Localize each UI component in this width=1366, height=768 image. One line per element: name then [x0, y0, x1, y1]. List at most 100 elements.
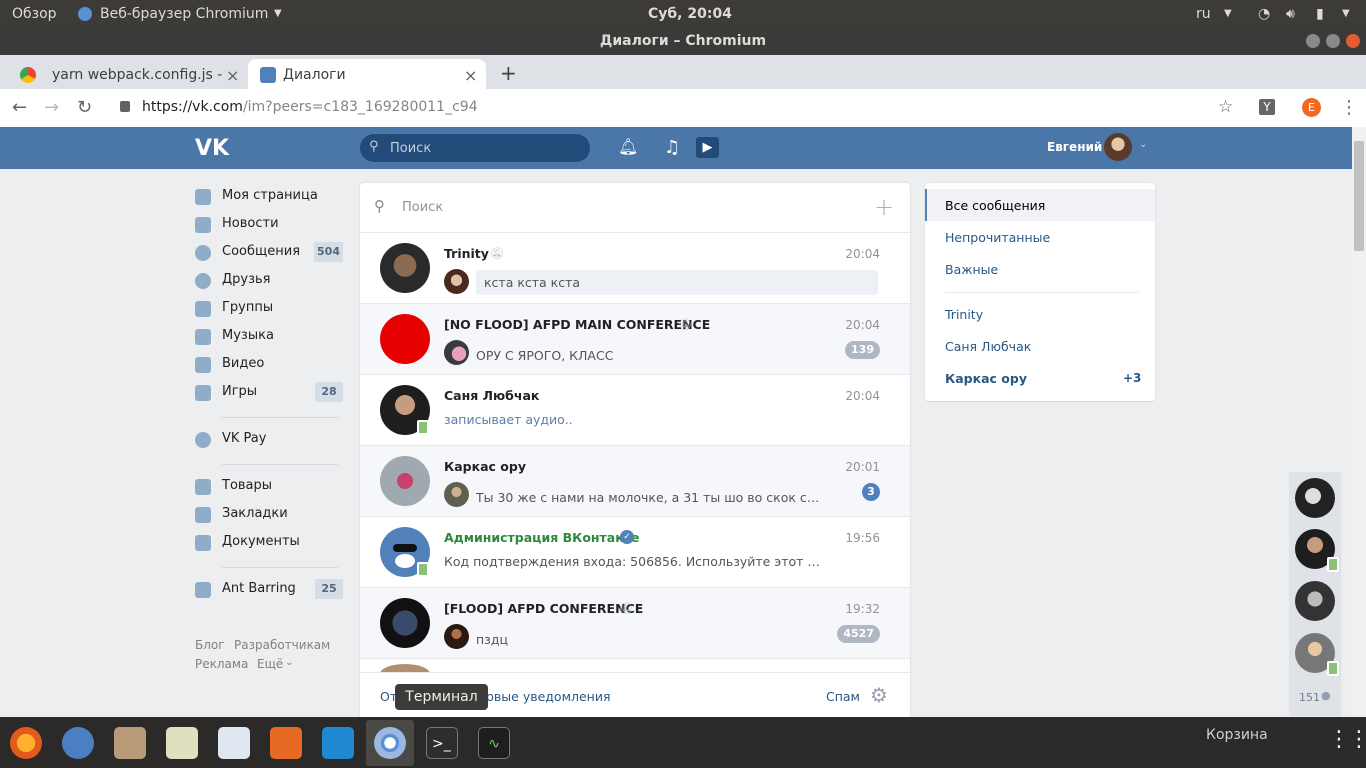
- profile-avatar[interactable]: E: [1302, 98, 1321, 117]
- filter-important[interactable]: Важные: [925, 253, 1155, 285]
- clock[interactable]: Суб, 20:04: [648, 6, 732, 22]
- mobile-online-icon: [417, 420, 429, 435]
- menu-divider: [222, 417, 338, 418]
- menu-divider: [222, 567, 338, 568]
- dialog-row-no-flood[interactable]: [NO FLOOD] AFPD MAIN CONFERENCE 🔕︎ 20:04…: [360, 304, 910, 375]
- vk-search-box[interactable]: ⚲: [360, 134, 590, 162]
- dialog-row-flood[interactable]: [FLOOD] AFPD CONFERENCE 🔕︎ 19:32 пздц 45…: [360, 588, 910, 659]
- firefox-icon[interactable]: [10, 727, 42, 759]
- mobile-online-icon: [1327, 661, 1339, 676]
- image-viewer-icon[interactable]: [218, 727, 250, 759]
- menu-item-news[interactable]: Новости: [195, 213, 343, 237]
- gear-icon[interactable]: ⚙: [870, 683, 888, 707]
- lock-icon[interactable]: [120, 101, 130, 112]
- menu-item-my-page[interactable]: Моя страница: [195, 185, 343, 209]
- software-center-icon[interactable]: [270, 727, 302, 759]
- activities-button[interactable]: Обзор: [12, 6, 57, 22]
- menu-item-goods[interactable]: Товары: [195, 475, 343, 499]
- tab-dialogs[interactable]: Диалоги ×: [248, 59, 486, 89]
- shopping-bag-icon: [195, 479, 211, 495]
- wifi-icon[interactable]: ◔: [1258, 6, 1270, 22]
- trash-label[interactable]: Корзина: [1206, 727, 1268, 743]
- menu-item-vk-pay[interactable]: VK Pay: [195, 428, 343, 452]
- thunderbird-icon[interactable]: [62, 727, 94, 759]
- terminal-icon[interactable]: >_: [426, 727, 458, 759]
- chat-head-avatar[interactable]: [1295, 581, 1335, 621]
- close-tab-icon[interactable]: ×: [464, 66, 477, 85]
- filter-all[interactable]: Все сообщения: [925, 189, 1155, 221]
- close-window-button[interactable]: [1346, 34, 1360, 48]
- dialog-row-sanya[interactable]: Саня Любчак 20:04 записывает аудио..: [360, 375, 910, 446]
- battery-icon[interactable]: ▮: [1316, 6, 1324, 22]
- menu-dots-icon[interactable]: ⋮: [1340, 97, 1358, 118]
- muted-icon: 🔕︎: [678, 318, 692, 331]
- chromium-icon[interactable]: [374, 727, 406, 759]
- footer-link-developers[interactable]: Разработчикам: [234, 638, 330, 652]
- forward-icon[interactable]: →: [44, 97, 59, 118]
- music-icon[interactable]: ♫: [664, 137, 686, 159]
- footer-link-more[interactable]: Ещё: [257, 657, 283, 671]
- chevron-down-icon[interactable]: ⌄: [285, 657, 293, 668]
- menu-item-messages[interactable]: Сообщения 504: [195, 241, 343, 265]
- app-menu[interactable]: Веб-браузер Chromium: [100, 6, 268, 22]
- language-indicator[interactable]: ru: [1196, 6, 1211, 22]
- menu-item-video[interactable]: Видео: [195, 353, 343, 377]
- chevron-down-icon[interactable]: ⌄: [1139, 139, 1147, 150]
- minimize-button[interactable]: [1306, 34, 1320, 48]
- new-chat-icon[interactable]: +: [874, 193, 894, 221]
- menu-item-music[interactable]: Музыка: [195, 325, 343, 349]
- vscode-icon[interactable]: [322, 727, 354, 759]
- maximize-button[interactable]: [1326, 34, 1340, 48]
- dialog-row-karkas[interactable]: Каркас ору 20:01 Ты 30 же с нами на моло…: [360, 446, 910, 517]
- dialog-message: Ты 30 же с нами на молочке, а 31 ты шо в…: [476, 490, 826, 505]
- new-tab-icon[interactable]: +: [500, 61, 517, 85]
- vk-header: VK ⚲ 🔔︎ ♫ ▶ Евгений ⌄: [0, 127, 1352, 169]
- footer-link-blog[interactable]: Блог: [195, 638, 225, 652]
- dialogs-search-input[interactable]: [400, 199, 864, 216]
- vk-search-input[interactable]: [388, 140, 582, 157]
- page-scrollbar[interactable]: [1352, 127, 1366, 717]
- scrollbar-thumb[interactable]: [1354, 141, 1364, 251]
- person-icon: [195, 273, 211, 289]
- menu-item-games[interactable]: Игры 28: [195, 381, 343, 405]
- address-bar: ← → ↻ https://vk.com/im?peers=c183_16928…: [0, 89, 1366, 128]
- bell-icon[interactable]: 🔔︎: [618, 137, 640, 159]
- filter-chat-trinity[interactable]: Trinity: [925, 298, 1155, 330]
- star-icon[interactable]: ☆: [1218, 97, 1233, 117]
- menu-item-documents[interactable]: Документы: [195, 531, 343, 555]
- reload-icon[interactable]: ↻: [77, 97, 92, 118]
- user-avatar[interactable]: [1104, 133, 1132, 161]
- vk-logo[interactable]: VK: [195, 136, 229, 161]
- files-icon[interactable]: [114, 727, 146, 759]
- chevron-down-icon[interactable]: ▼: [274, 8, 282, 19]
- online-friends-count[interactable]: 151: [1299, 691, 1320, 704]
- tab-yarn[interactable]: yarn webpack.config.js - I ×: [8, 59, 244, 89]
- volume-icon[interactable]: 🔊︎: [1286, 6, 1295, 22]
- dialog-row-trinity[interactable]: Trinity 🔕︎ 20:04 кста кста кста: [360, 233, 910, 304]
- chevron-down-icon[interactable]: ▼: [1342, 8, 1350, 19]
- menu-label: Документы: [222, 534, 300, 549]
- url-field[interactable]: https://vk.com/im?peers=c183_169280011_c…: [142, 99, 478, 115]
- close-tab-icon[interactable]: ×: [226, 66, 239, 85]
- user-name[interactable]: Евгений: [1047, 140, 1102, 154]
- footer-link-ads[interactable]: Реклама: [195, 657, 248, 671]
- filter-chat-sanya[interactable]: Саня Любчак: [925, 330, 1155, 362]
- keyring-icon[interactable]: [166, 727, 198, 759]
- menu-item-ant-barring[interactable]: Ant Barring 25: [195, 578, 343, 602]
- filter-unread[interactable]: Непрочитанные: [925, 221, 1155, 253]
- show-apps-icon[interactable]: ⋮⋮⋮: [1328, 727, 1366, 752]
- menu-item-bookmarks[interactable]: Закладки: [195, 503, 343, 527]
- menu-item-groups[interactable]: Группы: [195, 297, 343, 321]
- play-icon[interactable]: ▶: [696, 137, 719, 158]
- system-monitor-icon[interactable]: ∿: [478, 727, 510, 759]
- menu-item-friends[interactable]: Друзья: [195, 269, 343, 293]
- chat-head-avatar[interactable]: [1295, 478, 1335, 518]
- chevron-down-icon[interactable]: ▼: [1224, 8, 1232, 19]
- more-chats-count[interactable]: +3: [1123, 371, 1141, 385]
- filter-chat-karkas[interactable]: Каркас ору +3: [925, 362, 1155, 394]
- dialog-row-vk-admin[interactable]: Администрация ВКонтакте ✓ 19:56 Код подт…: [360, 517, 910, 588]
- back-icon[interactable]: ←: [12, 97, 27, 118]
- yandex-extension-icon[interactable]: Y: [1259, 99, 1275, 115]
- dock: >_ ∿ Корзина ⋮⋮⋮: [0, 717, 1366, 768]
- spam-link[interactable]: Спам: [826, 689, 860, 704]
